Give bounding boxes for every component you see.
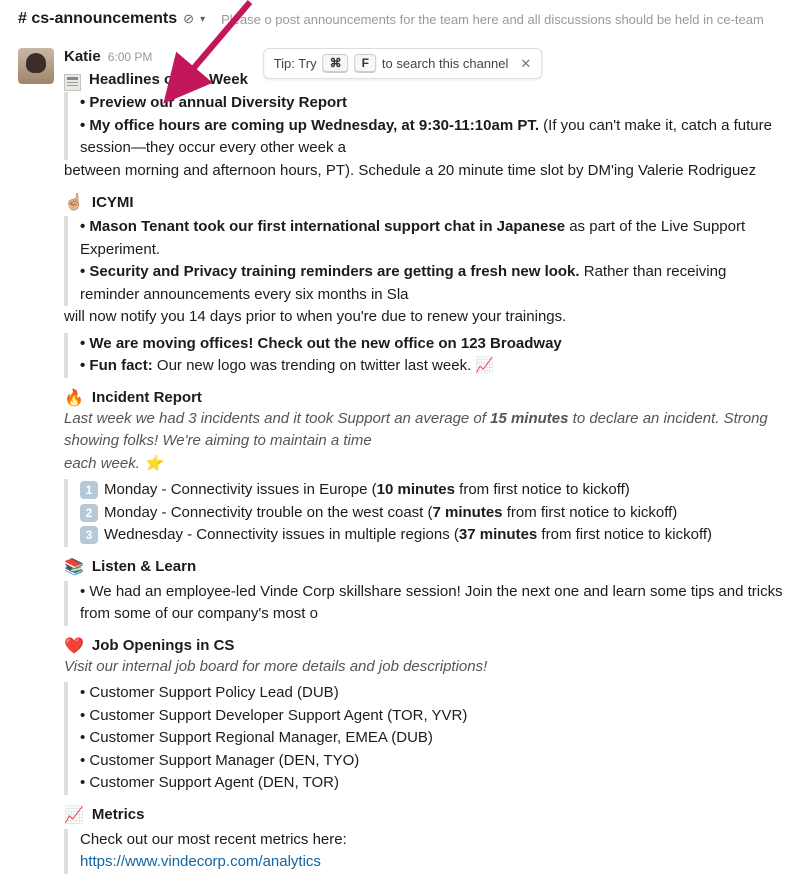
text: Monday - Connectivity issues in Europe ( bbox=[104, 481, 377, 498]
text: Check out our most recent metrics here: bbox=[80, 829, 787, 852]
list-item: • Mason Tenant took our first internatio… bbox=[80, 218, 565, 235]
list-item: • Fun fact: bbox=[80, 357, 153, 374]
text: from first notice to kickoff) bbox=[503, 504, 678, 521]
tip-prefix: Tip: Try bbox=[274, 56, 317, 71]
section-title-jobs: Job Openings in CS bbox=[92, 637, 235, 654]
channel-name[interactable]: # cs-announcements bbox=[18, 10, 177, 28]
text: between morning and afternoon hours, PT)… bbox=[64, 160, 787, 183]
list-item: • We had an employee-led Vinde Corp skil… bbox=[80, 581, 787, 626]
books-icon: 📚 bbox=[64, 557, 84, 577]
badge-3: 3 bbox=[80, 526, 98, 544]
key-cmd: ⌘ bbox=[323, 54, 349, 73]
text: will now notify you 14 days prior to whe… bbox=[64, 306, 787, 329]
section-title-listen: Listen & Learn bbox=[92, 558, 196, 575]
tip-suffix: to search this channel bbox=[382, 56, 508, 71]
text: Monday - Connectivity trouble on the wes… bbox=[104, 504, 433, 521]
text: Last week we had 3 incidents and it took… bbox=[64, 410, 490, 427]
text: 37 minutes bbox=[459, 526, 537, 543]
section-title-incident: Incident Report bbox=[92, 389, 202, 406]
text: 10 minutes bbox=[377, 481, 455, 498]
list-item: • Customer Support Regional Manager, EME… bbox=[80, 727, 787, 750]
text: each week. ⭐ bbox=[64, 453, 787, 476]
channel-header: # cs-announcements ⊘ ▾ Please o post ann… bbox=[0, 0, 805, 34]
badge-1: 1 bbox=[80, 481, 98, 499]
metrics-link[interactable]: https://www.vindecorp.com/analytics bbox=[80, 853, 321, 870]
list-item: • Customer Support Developer Support Age… bbox=[80, 705, 787, 728]
section-title-metrics: Metrics bbox=[92, 806, 145, 823]
section-title-icymi: ICYMI bbox=[92, 194, 134, 211]
fire-icon: 🔥 bbox=[64, 388, 84, 408]
list-item: • Customer Support Agent (DEN, TOR) bbox=[80, 772, 787, 795]
message: Katie 6:00 PM Headlines of the Week • Pr… bbox=[0, 34, 805, 874]
text: 7 minutes bbox=[433, 504, 503, 521]
search-tip: Tip: Try ⌘ F to search this channel ✕ bbox=[263, 48, 543, 79]
list-item: • Security and Privacy training reminder… bbox=[80, 263, 580, 280]
newspaper-icon bbox=[64, 74, 81, 91]
key-f: F bbox=[355, 54, 376, 73]
heart-icon: ❤️ bbox=[64, 636, 84, 656]
timestamp[interactable]: 6:00 PM bbox=[108, 50, 153, 64]
close-icon[interactable]: ✕ bbox=[520, 56, 531, 72]
text: from first notice to kickoff) bbox=[455, 481, 630, 498]
point-up-icon: ☝🏼 bbox=[64, 192, 84, 212]
avatar[interactable] bbox=[18, 48, 54, 84]
channel-topic[interactable]: Please o post announcements for the team… bbox=[221, 12, 764, 27]
author-name[interactable]: Katie bbox=[64, 48, 101, 65]
list-item: • Customer Support Manager (DEN, TYO) bbox=[80, 750, 787, 773]
list-item: • We are moving offices! Check out the n… bbox=[80, 335, 562, 352]
text: Wednesday - Connectivity issues in multi… bbox=[104, 526, 459, 543]
text: Our new logo was trending on twitter las… bbox=[153, 357, 494, 374]
list-item: • My office hours are coming up Wednesda… bbox=[80, 117, 539, 134]
chart-icon: 📈 bbox=[64, 805, 84, 825]
text: 15 minutes bbox=[490, 410, 568, 427]
text: Visit our internal job board for more de… bbox=[64, 656, 787, 679]
text: from first notice to kickoff) bbox=[537, 526, 712, 543]
badge-2: 2 bbox=[80, 504, 98, 522]
annotation-arrow bbox=[155, 0, 265, 108]
list-item: • Customer Support Policy Lead (DUB) bbox=[80, 682, 787, 705]
